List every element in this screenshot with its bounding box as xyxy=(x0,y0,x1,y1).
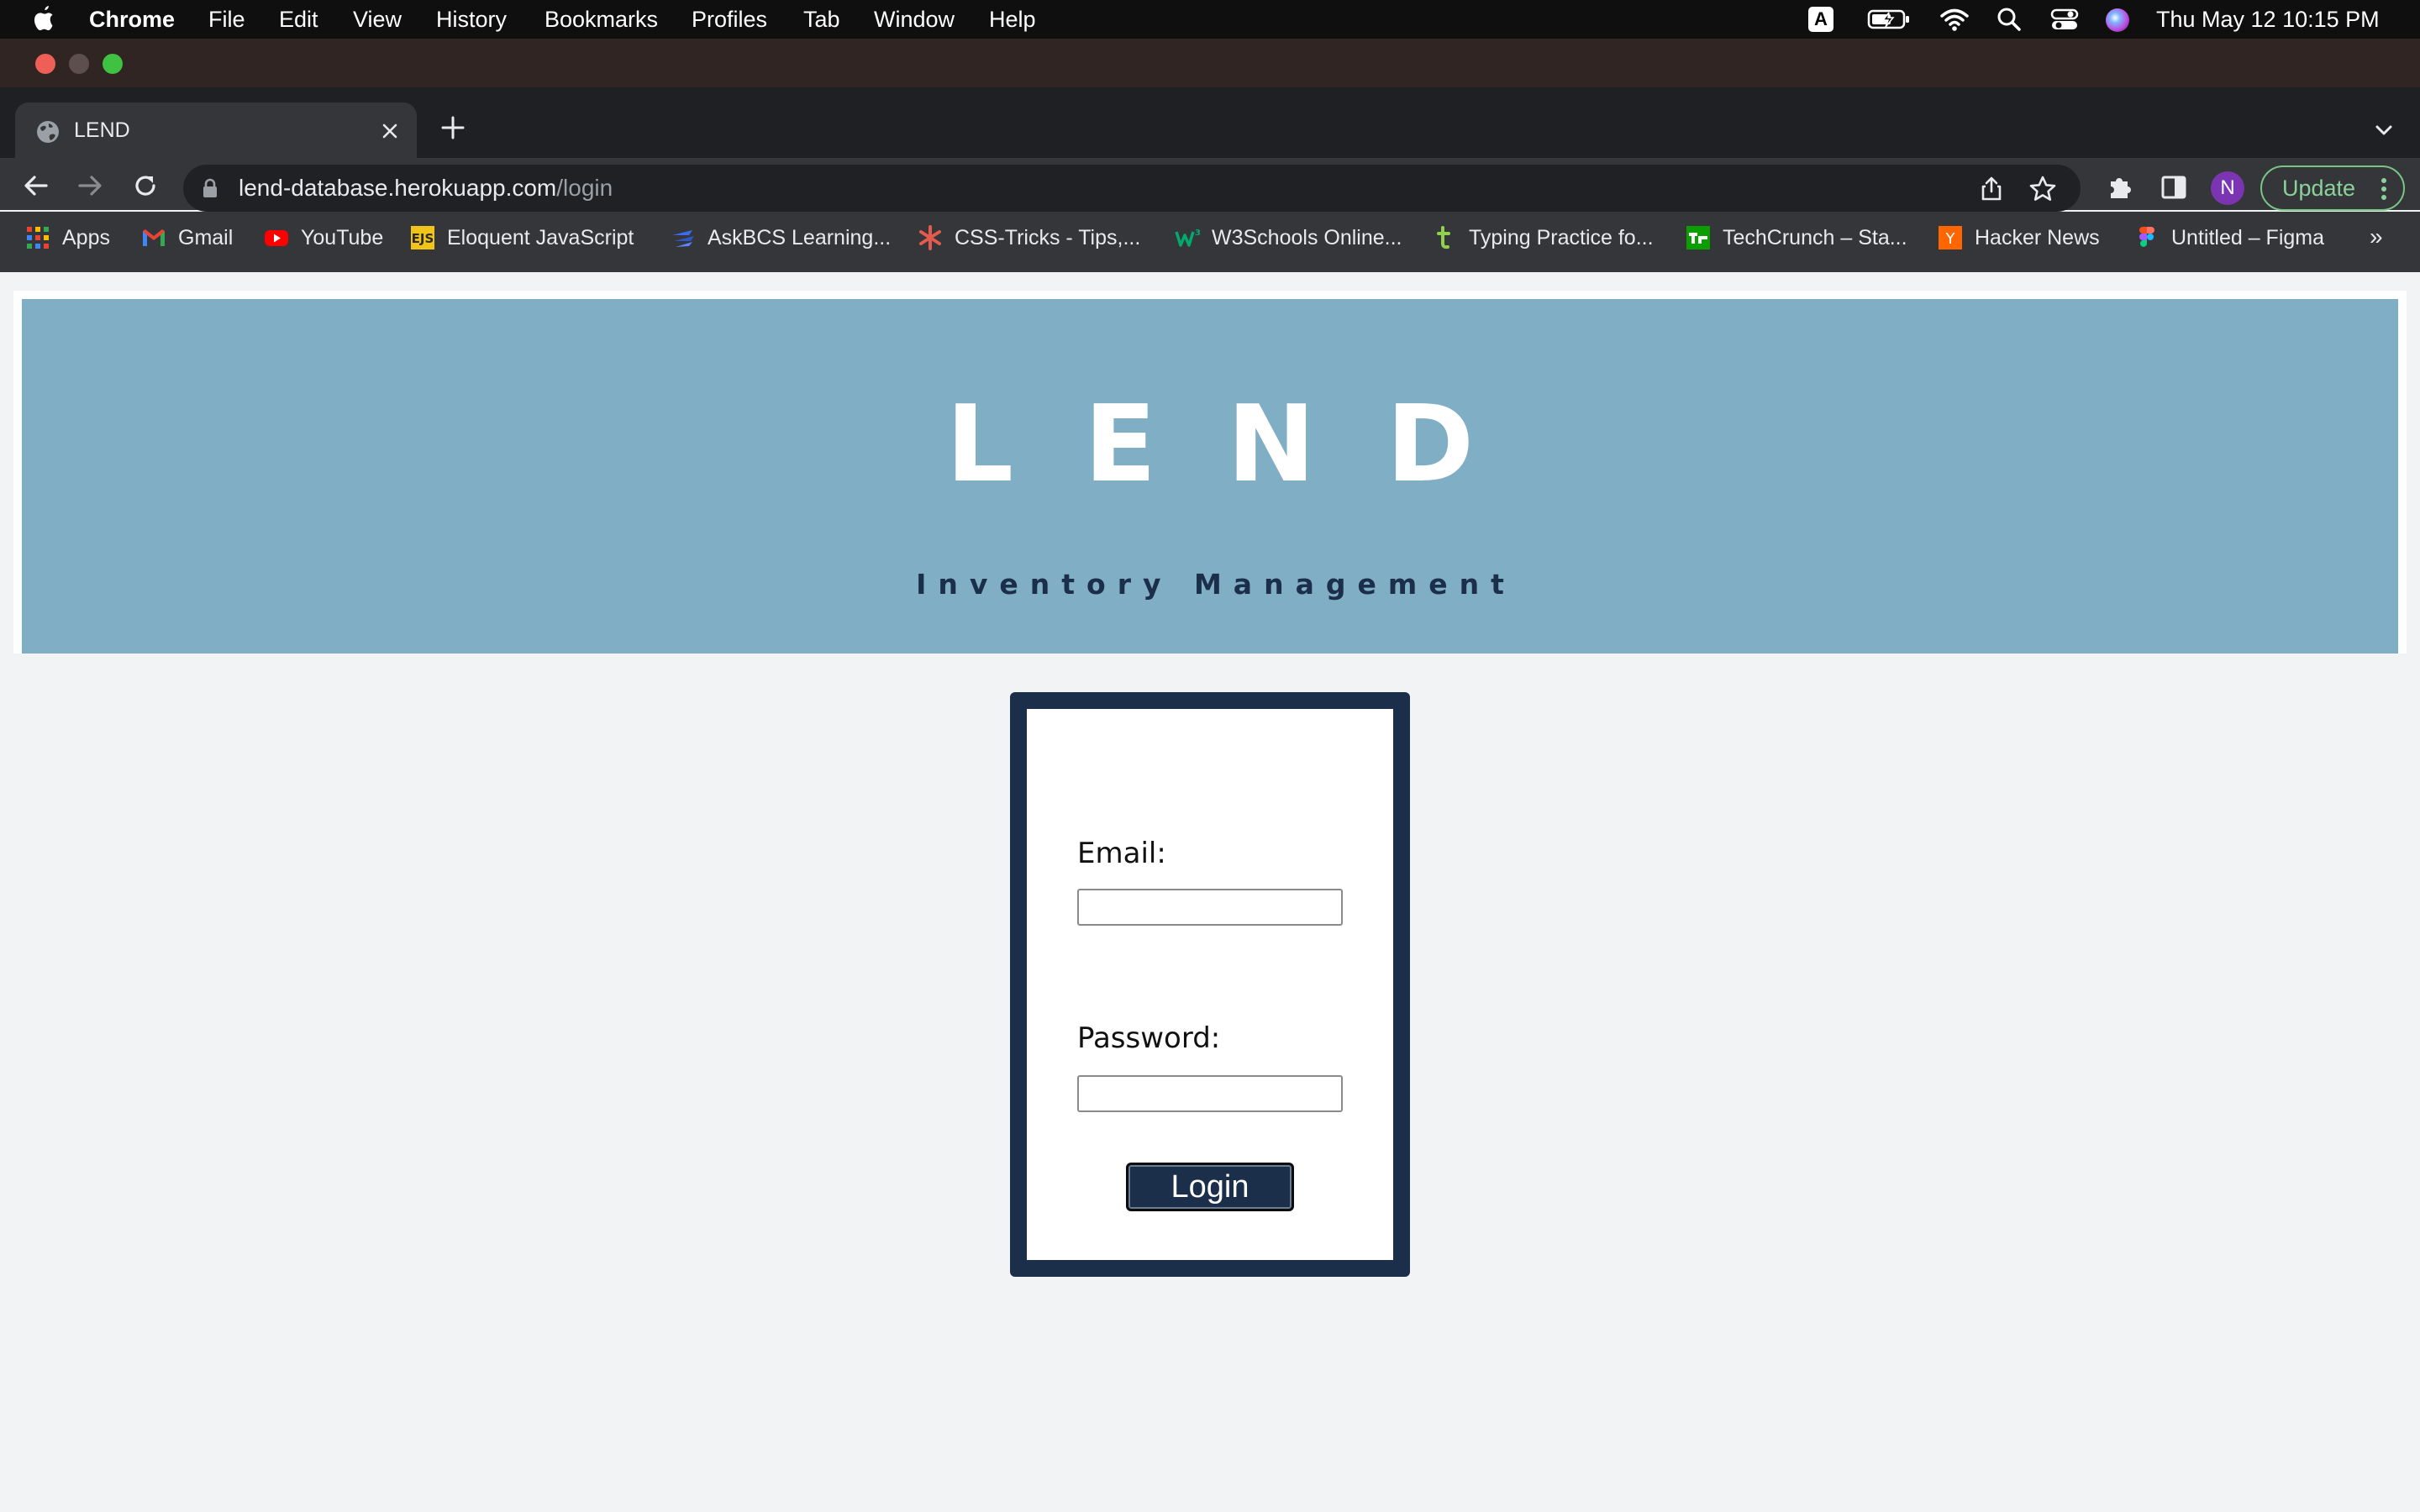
spotlight-search-icon[interactable] xyxy=(1996,7,2022,32)
extensions-puzzle-icon[interactable] xyxy=(2106,173,2134,202)
tab-search-chevron-icon[interactable] xyxy=(2371,118,2396,143)
svg-text:3: 3 xyxy=(1195,228,1200,238)
macos-menu-bar: Chrome File Edit View History Bookmarks … xyxy=(0,0,2420,39)
address-bar[interactable]: lend-database.herokuapp.com/login xyxy=(183,165,2081,212)
menu-tab[interactable]: Tab xyxy=(803,6,840,33)
zoom-window-button[interactable] xyxy=(103,54,123,74)
share-icon[interactable] xyxy=(1978,175,2005,202)
bookmarks-overflow-button[interactable]: » xyxy=(2370,223,2383,250)
globe-icon xyxy=(37,121,59,143)
header-banner: LEND Inventory Management xyxy=(22,299,2398,654)
menu-profiles[interactable]: Profiles xyxy=(692,6,767,33)
tab-lend[interactable]: LEND xyxy=(15,102,417,158)
bookmarks-bar: Apps Gmail YouTube EJS Eloquent JavaScri… xyxy=(0,212,2420,272)
input-source-icon[interactable]: A xyxy=(1808,7,1833,32)
bookmark-label: Hacker News xyxy=(1975,225,2100,249)
svg-text:EJS: EJS xyxy=(412,231,434,246)
reload-icon[interactable] xyxy=(131,171,160,200)
menu-edit[interactable]: Edit xyxy=(279,6,318,33)
bookmark-hacker-news[interactable]: Y Hacker News xyxy=(1938,223,2100,252)
apple-logo-icon[interactable] xyxy=(30,5,57,34)
lock-icon[interactable] xyxy=(202,178,218,198)
login-form: Email: Password: Login xyxy=(1027,709,1393,1260)
close-window-button[interactable] xyxy=(35,54,55,74)
bookmark-label: Apps xyxy=(62,225,110,249)
battery-icon[interactable] xyxy=(1867,7,1911,32)
bookmark-label: YouTube xyxy=(301,225,384,249)
bookmark-label: W3Schools Online... xyxy=(1212,225,1402,249)
svg-text:Y: Y xyxy=(1945,230,1956,248)
update-label: Update xyxy=(2282,176,2356,201)
bookmark-figma[interactable]: Untitled – Figma xyxy=(2134,223,2324,252)
bookmark-label: Untitled – Figma xyxy=(2171,225,2325,249)
menu-window[interactable]: Window xyxy=(874,6,955,33)
url-host: lend-database.herokuapp.com xyxy=(239,175,557,201)
side-panel-icon[interactable] xyxy=(2160,173,2188,202)
new-tab-icon[interactable] xyxy=(440,115,466,140)
back-arrow-icon[interactable] xyxy=(22,171,50,200)
bookmark-label: Gmail xyxy=(178,225,234,249)
email-label: Email: xyxy=(1077,837,1166,870)
forward-arrow-icon[interactable] xyxy=(76,171,104,200)
css-tricks-icon xyxy=(919,225,941,250)
wifi-icon[interactable] xyxy=(1939,7,1970,32)
bookmark-techcrunch[interactable]: TechCrunch – Sta... xyxy=(1686,223,1907,252)
login-button[interactable]: Login xyxy=(1126,1163,1294,1211)
bookmark-label: Typing Practice fo... xyxy=(1469,225,1654,249)
brand-tagline: Inventory Management xyxy=(916,568,1516,601)
login-card: Email: Password: Login xyxy=(1010,692,1410,1277)
figma-icon xyxy=(2139,227,2154,247)
profile-avatar[interactable]: N xyxy=(2211,171,2244,205)
bookmark-css-tricks[interactable]: CSS-Tricks - Tips,... xyxy=(918,223,1140,252)
apps-grid-icon xyxy=(27,227,49,249)
bookmark-w3schools[interactable]: 3 W3Schools Online... xyxy=(1175,223,1402,252)
control-center-icon[interactable] xyxy=(2050,7,2079,32)
password-label: Password: xyxy=(1077,1021,1221,1055)
menu-bookmarks[interactable]: Bookmarks xyxy=(544,6,658,33)
bookmark-askbcs[interactable]: AskBCS Learning... xyxy=(671,223,891,252)
menu-view[interactable]: View xyxy=(353,6,402,33)
menu-help[interactable]: Help xyxy=(989,6,1036,33)
url-text[interactable]: lend-database.herokuapp.com/login xyxy=(239,174,613,202)
tab-title: LEND xyxy=(74,118,130,142)
menu-app-name[interactable]: Chrome xyxy=(89,6,175,33)
bookmark-star-icon[interactable] xyxy=(2028,175,2057,203)
update-button[interactable]: Update xyxy=(2260,165,2405,211)
w3schools-icon: 3 xyxy=(1175,228,1200,247)
minimize-window-button[interactable] xyxy=(69,54,89,74)
bookmark-gmail[interactable]: Gmail xyxy=(141,223,233,252)
bookmark-typing-practice[interactable]: Typing Practice fo... xyxy=(1432,223,1654,252)
bookmark-apps[interactable]: Apps xyxy=(25,223,110,252)
window-title-bar xyxy=(0,39,2420,87)
kebab-menu-icon[interactable] xyxy=(2380,177,2388,201)
menu-clock[interactable]: Thu May 12 10:15 PM xyxy=(2156,6,2380,33)
bookmark-eloquent-javascript[interactable]: EJS Eloquent JavaScript xyxy=(410,223,634,252)
password-field[interactable] xyxy=(1077,1075,1343,1112)
youtube-icon xyxy=(265,230,288,246)
hacker-news-icon: Y xyxy=(1939,226,1962,249)
askbcs-icon xyxy=(672,230,694,247)
techcrunch-icon xyxy=(1686,226,1710,249)
bookmark-youtube[interactable]: YouTube xyxy=(264,223,383,252)
bookmark-label: AskBCS Learning... xyxy=(708,225,892,249)
email-field[interactable] xyxy=(1077,889,1343,926)
bookmark-label: TechCrunch – Sta... xyxy=(1723,225,1907,249)
bookmark-label: Eloquent JavaScript xyxy=(447,225,634,249)
close-tab-icon[interactable] xyxy=(378,119,402,143)
menu-history[interactable]: History xyxy=(436,6,507,33)
url-path: /login xyxy=(556,175,613,201)
gmail-icon xyxy=(143,229,165,246)
typing-icon xyxy=(1437,226,1450,249)
page-viewport: LEND Inventory Management Email: Passwor… xyxy=(0,272,2420,1512)
menu-file[interactable]: File xyxy=(208,6,245,33)
bookmark-label: CSS-Tricks - Tips,... xyxy=(955,225,1141,249)
siri-icon[interactable] xyxy=(2106,8,2129,32)
ejs-icon: EJS xyxy=(411,226,434,249)
header-frame: LEND Inventory Management xyxy=(13,291,2407,654)
brand-title: LEND xyxy=(945,382,1545,506)
